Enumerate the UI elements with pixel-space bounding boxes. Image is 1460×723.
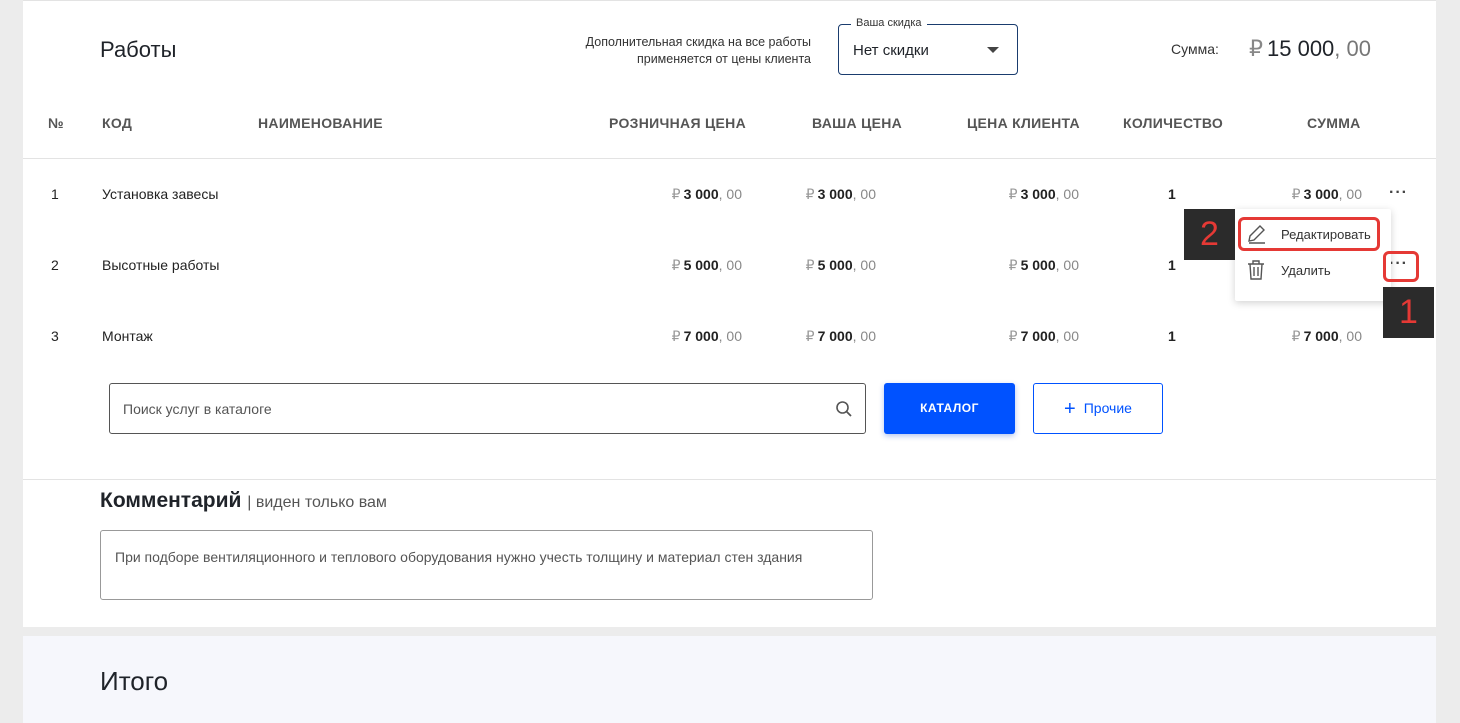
comment-title: Комментарий | виден только вам (100, 489, 387, 513)
discount-note-line2: применяется от цены клиента (636, 52, 811, 66)
search-input[interactable] (110, 384, 865, 433)
sum-main: 15 000 (1267, 36, 1335, 61)
table-row: 3 Монтаж ₽7 000, 00 ₽7 000, 00 ₽7 000, 0… (23, 318, 1436, 358)
price-cents: , 00 (718, 328, 742, 344)
sum-value: ₽15 000, 00 (1249, 36, 1371, 62)
header-client-price: ЦЕНА КЛИЕНТА (967, 115, 1080, 131)
total-title: Итого (100, 666, 169, 696)
section-divider (23, 479, 1436, 480)
callout-two: 2 (1184, 209, 1235, 260)
discount-select-legend: Ваша скидка (851, 17, 927, 29)
header-quantity: КОЛИЧЕСТВО (1123, 115, 1224, 131)
table-divider (23, 158, 1436, 159)
price-main: 5 000 (1020, 257, 1056, 273)
row-sum: ₽7 000, 00 (1292, 328, 1362, 345)
row-name: Высотные работы (102, 257, 220, 273)
edit-highlight-box (1238, 217, 1380, 251)
ruble-icon: ₽ (805, 328, 815, 344)
price-main: 7 000 (1020, 328, 1056, 344)
header-no: № (48, 115, 64, 131)
trash-icon (1248, 260, 1264, 280)
ruble-icon: ₽ (1291, 186, 1301, 202)
row-your-price: ₽3 000, 00 (806, 186, 876, 203)
sum-cents: , 00 (1334, 36, 1371, 61)
ruble-icon: ₽ (805, 257, 815, 273)
row-number: 2 (51, 257, 59, 273)
comment-title-text: Комментарий (100, 489, 242, 512)
ruble-icon: ₽ (671, 257, 681, 273)
price-main: 7 000 (817, 328, 853, 344)
other-button-label: Прочие (1083, 400, 1132, 416)
row-quantity: 1 (1168, 186, 1176, 202)
price-cents: , 00 (1055, 328, 1079, 344)
row-client-price: ₽7 000, 00 (1009, 328, 1079, 345)
row-client-price: ₽3 000, 00 (1009, 186, 1079, 203)
price-cents: , 00 (1055, 257, 1079, 273)
total-card: Итого (23, 636, 1436, 723)
comment-subtitle: | виден только вам (247, 494, 387, 511)
row-quantity: 1 (1168, 257, 1176, 273)
comment-field[interactable]: При подборе вентиляционного и теплового … (100, 530, 873, 600)
works-title: Работы (100, 37, 177, 62)
row-your-price: ₽5 000, 00 (806, 257, 876, 274)
row-name: Монтаж (102, 328, 153, 344)
price-cents: , 00 (852, 186, 876, 202)
row-sum: ₽3 000, 00 (1292, 186, 1362, 203)
works-card: Работы Дополнительная скидка на все рабо… (23, 0, 1436, 627)
row-retail-price: ₽7 000, 00 (672, 328, 742, 345)
price-cents: , 00 (852, 328, 876, 344)
price-cents: , 00 (852, 257, 876, 273)
header-your-price: ВАША ЦЕНА (812, 115, 903, 131)
row-retail-price: ₽3 000, 00 (672, 186, 742, 203)
more-icon[interactable]: ··· (1389, 185, 1408, 201)
ruble-icon: ₽ (1008, 257, 1018, 273)
callout-one: 1 (1383, 287, 1434, 338)
header-code: КОД (102, 115, 133, 131)
other-button[interactable]: + Прочие (1033, 383, 1163, 434)
price-main: 5 000 (817, 257, 853, 273)
price-main: 7 000 (1303, 328, 1339, 344)
discount-note-line1: Дополнительная скидка на все работы (585, 35, 811, 49)
header-retail-price: РОЗНИЧНАЯ ЦЕНА (609, 115, 746, 131)
row-your-price: ₽7 000, 00 (806, 328, 876, 345)
search-icon[interactable] (835, 400, 853, 418)
ruble-icon: ₽ (1008, 328, 1018, 344)
header-name: НАИМЕНОВАНИЕ (258, 115, 383, 131)
price-cents: , 00 (1338, 328, 1362, 344)
chevron-down-icon (987, 47, 999, 53)
price-cents: , 00 (1055, 186, 1079, 202)
more-highlight-box (1383, 251, 1419, 282)
catalog-search (109, 383, 866, 434)
price-main: 5 000 (683, 257, 719, 273)
price-main: 3 000 (683, 186, 719, 202)
row-name: Установка завесы (102, 186, 219, 202)
discount-select-value: Нет скидки (853, 42, 929, 59)
price-cents: , 00 (718, 186, 742, 202)
ruble-icon: ₽ (1008, 186, 1018, 202)
ruble-icon: ₽ (1249, 36, 1263, 61)
row-retail-price: ₽5 000, 00 (672, 257, 742, 274)
ruble-icon: ₽ (671, 328, 681, 344)
discount-note: Дополнительная скидка на все работы прим… (543, 34, 811, 68)
catalog-button[interactable]: КАТАЛОГ (884, 383, 1015, 434)
price-cents: , 00 (718, 257, 742, 273)
sum-label: Сумма: (1171, 41, 1219, 57)
price-main: 3 000 (817, 186, 853, 202)
ruble-icon: ₽ (671, 186, 681, 202)
price-main: 3 000 (1303, 186, 1339, 202)
price-main: 7 000 (683, 328, 719, 344)
price-cents: , 00 (1338, 186, 1362, 202)
discount-select[interactable]: Ваша скидка Нет скидки (838, 17, 1018, 75)
ruble-icon: ₽ (1291, 328, 1301, 344)
plus-icon: + (1064, 398, 1076, 420)
menu-item-delete-label: Удалить (1281, 263, 1331, 278)
price-main: 3 000 (1020, 186, 1056, 202)
row-quantity: 1 (1168, 328, 1176, 344)
header-sum: СУММА (1307, 115, 1361, 131)
ruble-icon: ₽ (805, 186, 815, 202)
row-number: 3 (51, 328, 59, 344)
row-client-price: ₽5 000, 00 (1009, 257, 1079, 274)
row-number: 1 (51, 186, 59, 202)
